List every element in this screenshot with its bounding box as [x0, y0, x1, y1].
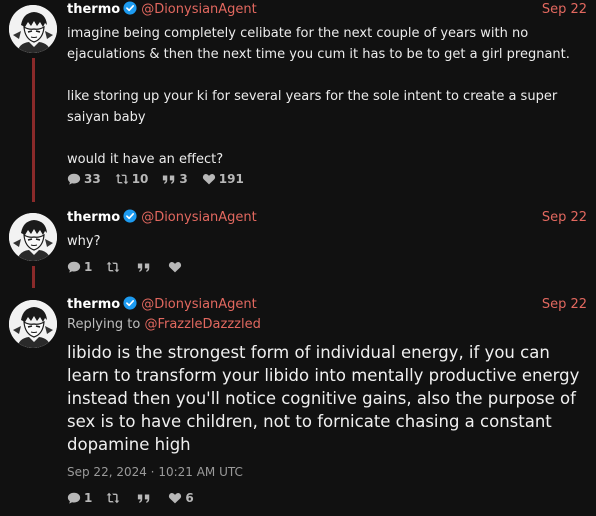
retweet-count: 10 [131, 172, 149, 186]
avatar[interactable] [9, 5, 57, 53]
retweet-icon [106, 491, 120, 505]
verified-badge-icon [123, 296, 137, 310]
quote-stat[interactable] [137, 491, 154, 505]
like-stat[interactable]: 6 [168, 491, 194, 505]
comment-icon [67, 260, 81, 274]
thread-line [32, 266, 35, 288]
tweet-text-line: saiyan baby [67, 110, 146, 125]
like-count: 191 [218, 172, 244, 186]
tweet-2[interactable]: thermo @DionysianAgent Sep 22 why? 1 [0, 208, 596, 288]
retweet-stat[interactable] [106, 260, 123, 274]
like-count: 6 [185, 491, 194, 505]
reply-count: 33 [84, 172, 101, 186]
tweet-text-line [67, 128, 570, 149]
tweet-header: thermo @DionysianAgent [67, 296, 257, 314]
tweet-date[interactable]: Sep 22 [542, 296, 587, 314]
tweet-header: thermo @DionysianAgent [67, 1, 257, 19]
quote-icon [137, 491, 151, 505]
verified-badge-icon [123, 1, 137, 15]
replying-to-label: Replying to [67, 317, 141, 332]
comment-icon [67, 491, 81, 505]
reply-count: 1 [84, 260, 93, 274]
thread-line [32, 58, 35, 202]
manga-character-avatar-icon [9, 5, 57, 53]
tweet-1[interactable]: thermo @DionysianAgent Sep 22 imagine bei… [0, 0, 596, 202]
tweet-3[interactable]: thermo @DionysianAgent Sep 22 Replying to… [0, 295, 596, 516]
replying-to: Replying to @FrazzleDazzzled [67, 316, 261, 334]
like-stat[interactable]: 191 [202, 172, 244, 186]
author-name[interactable]: thermo [67, 297, 120, 312]
avatar[interactable] [9, 213, 57, 261]
author-handle[interactable]: @DionysianAgent [141, 210, 257, 225]
quote-icon [162, 172, 176, 186]
reply-stat[interactable]: 1 [67, 260, 92, 274]
tweet-text-line [67, 65, 570, 86]
comment-icon [67, 172, 81, 186]
author-handle[interactable]: @DionysianAgent [141, 2, 257, 17]
tweet-text: libido is the strongest form of individu… [67, 343, 580, 454]
tweet-date[interactable]: Sep 22 [542, 1, 587, 19]
avatar[interactable] [9, 300, 57, 348]
author-handle[interactable]: @DionysianAgent [141, 297, 257, 312]
replying-to-handle[interactable]: @FrazzleDazzzled [144, 317, 260, 332]
reply-count: 1 [84, 491, 93, 505]
tweet-date[interactable]: Sep 22 [542, 209, 587, 227]
tweet-text-line: would it have an effect? [67, 152, 224, 167]
heart-icon [168, 260, 182, 274]
tweet-header: thermo @DionysianAgent [67, 209, 257, 227]
retweet-icon [115, 172, 129, 186]
manga-character-avatar-icon [9, 213, 57, 261]
tweet-text: imagine being completely celibate for th… [67, 23, 570, 170]
tweet-text-line: imagine being completely celibate for th… [67, 26, 529, 41]
verified-badge-icon [123, 209, 137, 223]
author-name[interactable]: thermo [67, 2, 120, 17]
retweet-stat[interactable]: 10 [115, 172, 149, 186]
quote-stat[interactable] [137, 260, 154, 274]
manga-character-avatar-icon [9, 300, 57, 348]
quote-count: 3 [179, 172, 188, 186]
tweet-timestamp[interactable]: Sep 22, 2024 · 10:21 AM UTC [67, 465, 243, 479]
tweet-text-line: ejaculations & then the next time you cu… [67, 47, 570, 62]
like-stat[interactable] [168, 260, 185, 274]
reply-stat[interactable]: 33 [67, 172, 101, 186]
tweet-text-line: like storing up your ki for several year… [67, 89, 558, 104]
tweet-stats: 1 [67, 260, 199, 274]
retweet-stat[interactable] [106, 491, 123, 505]
retweet-icon [106, 260, 120, 274]
quote-icon [137, 260, 151, 274]
heart-icon [168, 491, 182, 505]
tweet-stats: 1 6 [67, 491, 208, 505]
author-name[interactable]: thermo [67, 210, 120, 225]
tweet-stats: 33 10 3 191 [67, 172, 258, 186]
quote-stat[interactable]: 3 [162, 172, 188, 186]
reply-stat[interactable]: 1 [67, 491, 92, 505]
tweet-text: why? [67, 234, 101, 249]
heart-icon [202, 172, 216, 186]
